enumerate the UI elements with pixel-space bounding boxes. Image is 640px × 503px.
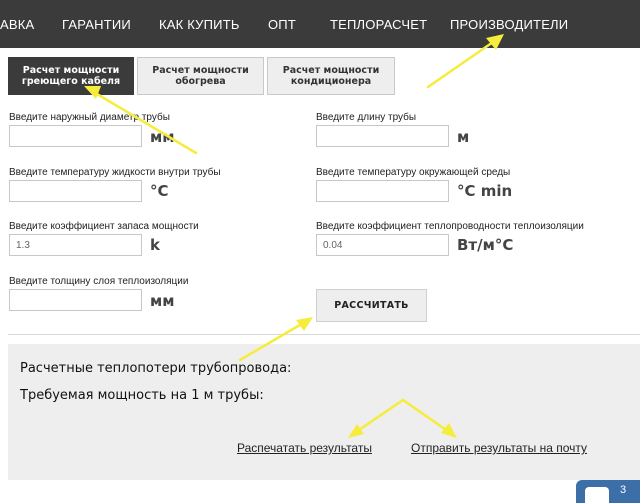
outer-diameter-label: Введите наружный диаметр трубы [9,112,170,123]
power-reserve-unit: k [150,236,160,254]
email-results-link[interactable]: Отправить результаты на почту [411,441,587,455]
print-results-link[interactable]: Распечатать результаты [237,441,372,455]
required-power-label: Требуемая мощность на 1 м трубы: [20,388,264,403]
tab-label-line2: греющего кабеля [21,76,121,87]
liquid-temp-input[interactable] [9,180,142,202]
pipe-length-unit: м [457,128,470,146]
liquid-temp-unit: °C [150,182,169,200]
liquid-temp-label: Введите температуру жидкости внутри труб… [9,167,221,178]
outer-diameter-input[interactable] [9,125,142,147]
top-nav: АВКА ГАРАНТИИ КАК КУПИТЬ ОПТ ТЕПЛОРАСЧЕТ… [0,0,640,48]
annotation-arrowhead [296,317,313,331]
calculate-button[interactable]: РАССЧИТАТЬ [316,289,427,322]
nav-item-manufacturers[interactable]: ПРОИЗВОДИТЕЛИ [450,17,568,32]
ambient-temp-input[interactable] [316,180,449,202]
insulation-label: Введите толщину слоя теплоизоляции [9,276,189,287]
pipe-length-input[interactable] [316,125,449,147]
conductivity-unit: Вт/м°С [457,236,514,254]
tab-label-line1: Расчет мощности [22,65,120,76]
tab-label-line2: кондиционера [290,76,372,87]
nav-item-how-to-buy[interactable]: КАК КУПИТЬ [159,17,240,32]
tab-label-line1: Расчет мощности [282,65,380,76]
insulation-unit: мм [150,292,175,310]
outer-diameter-unit: мм [150,128,175,146]
tab-conditioner-power[interactable]: Расчет мощности кондиционера [267,57,395,95]
conductivity-label: Введите коэффициент теплопроводности теп… [316,221,584,232]
tab-heating-cable-power[interactable]: Расчет мощности греющего кабеля [8,57,134,95]
heat-loss-label: Расчетные теплопотери трубопровода: [20,361,292,376]
chat-icon [585,487,609,503]
power-reserve-input[interactable] [9,234,142,256]
tab-label-line1: Расчет мощности [152,65,249,76]
nav-item-delivery[interactable]: АВКА [0,17,34,32]
chat-widget[interactable]: 3 [576,480,640,503]
chat-widget-count: 3 [620,484,627,496]
tab-heating-power[interactable]: Расчет мощности обогрева [137,57,264,95]
insulation-input[interactable] [9,289,142,311]
power-reserve-label: Введите коэффициент запаса мощности [9,221,199,232]
results-panel: Расчетные теплопотери трубопровода: Треб… [8,344,640,480]
tab-label-line2: обогрева [175,76,226,87]
nav-item-heat-calc[interactable]: ТЕПЛОРАСЧЕТ [330,17,427,32]
ambient-temp-label: Введите температуру окружающей среды [316,167,511,178]
ambient-temp-unit: °C min [457,182,513,200]
nav-item-wholesale[interactable]: ОПТ [268,17,296,32]
divider [8,334,640,335]
conductivity-input[interactable] [316,234,449,256]
nav-item-guarantees[interactable]: ГАРАНТИИ [62,17,131,32]
pipe-length-label: Введите длину трубы [316,112,417,123]
